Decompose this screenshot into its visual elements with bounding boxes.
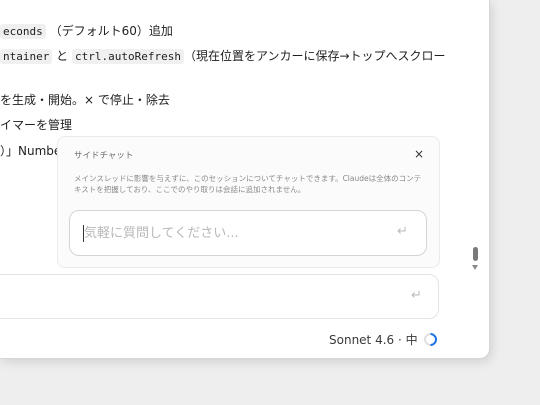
loading-spinner-icon xyxy=(421,330,440,349)
scroll-down-arrow-icon[interactable] xyxy=(472,265,478,270)
model-selector[interactable]: Sonnet 4.6 · 中 xyxy=(329,331,418,348)
doc-text: と xyxy=(52,49,72,63)
scrollbar-thumb[interactable] xyxy=(473,247,478,261)
inline-code: ntainer xyxy=(0,49,53,64)
doc-text: （現在位置をアンカーに保存→トップへスクロー xyxy=(183,49,446,63)
send-icon[interactable]: ↵ xyxy=(397,224,408,239)
doc-text: （デフォルト60）追加 xyxy=(49,24,173,38)
composer-input[interactable]: ↵ xyxy=(0,274,439,319)
doc-line-3: を生成・開始。× で停止・除去 xyxy=(0,93,170,107)
inline-code: econds xyxy=(0,24,46,39)
chat-window: econds （デフォルト60）追加 ntainer と ctrl.autoRe… xyxy=(0,0,490,359)
doc-line-1: econds （デフォルト60）追加 xyxy=(0,23,173,40)
side-chat-input-box[interactable]: ↵ xyxy=(69,210,427,256)
doc-line-2: ntainer と ctrl.autoRefresh （現在位置をアンカーに保存→… xyxy=(0,48,446,65)
send-icon[interactable]: ↵ xyxy=(411,288,422,303)
side-chat-title: サイドチャット xyxy=(74,151,134,161)
side-chat-description: メインスレッドに影響を与えずに、このセッションについてチャットできます。Clau… xyxy=(74,174,422,194)
side-chat-input[interactable] xyxy=(84,222,384,244)
doc-line-4: イマーを管理 xyxy=(0,118,73,132)
side-chat-panel: サイドチャット × メインスレッドに影響を与えずに、このセッションについてチャッ… xyxy=(57,136,440,268)
close-icon[interactable]: × xyxy=(414,147,424,161)
inline-code: ctrl.autoRefresh xyxy=(72,49,184,64)
doc-line-5: ）」Numbe xyxy=(0,144,62,158)
